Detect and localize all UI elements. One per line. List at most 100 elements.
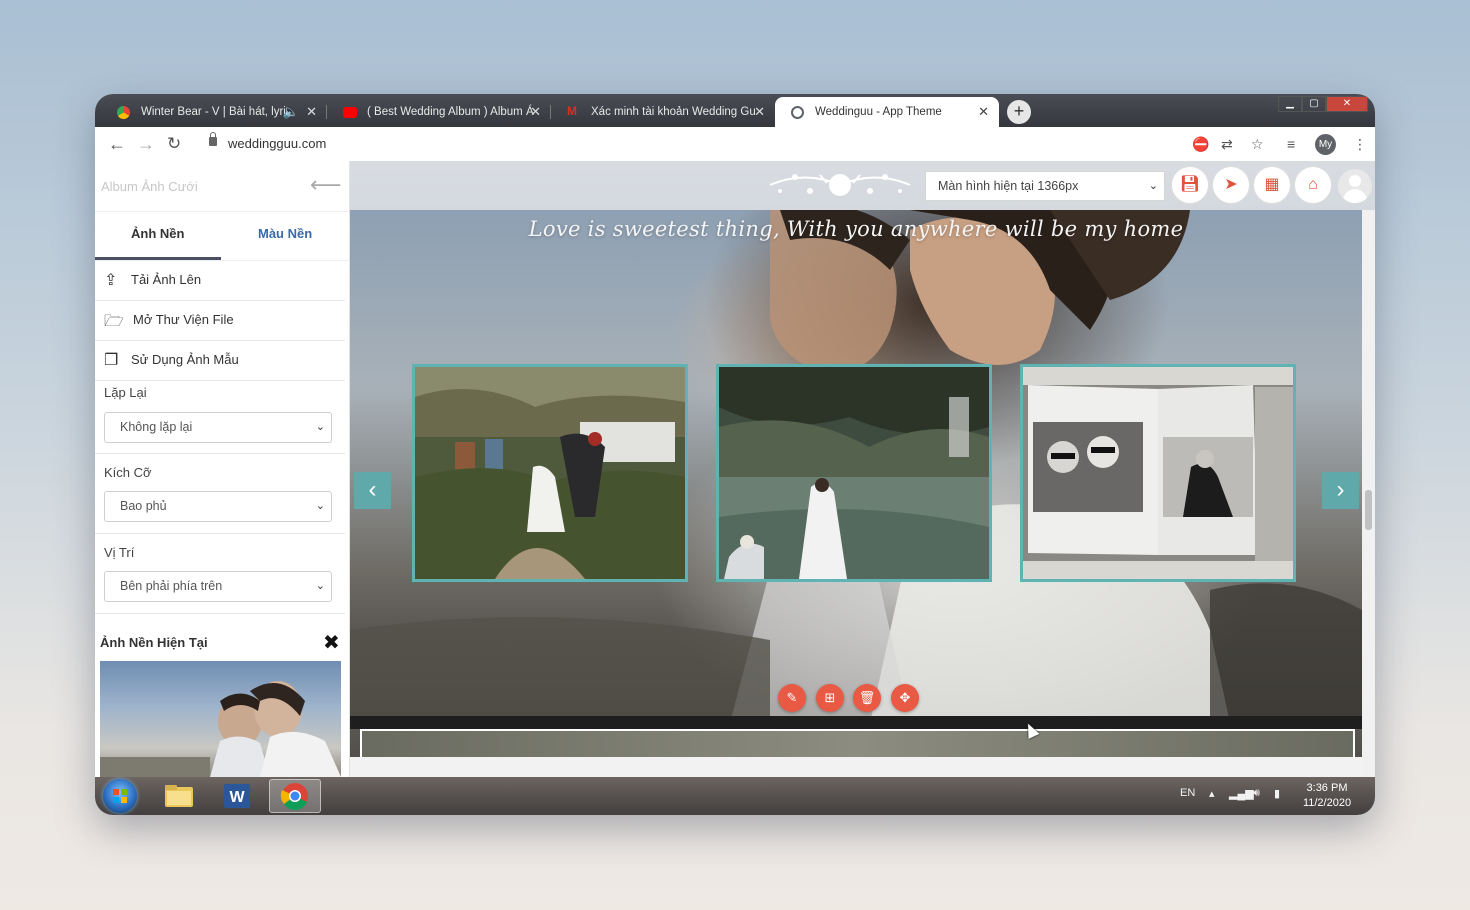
screen-size-select[interactable]: Màn hình hiện tại 1366px ⌄ [925, 171, 1165, 201]
url-field[interactable]: weddingguu.com [228, 136, 326, 151]
tab-title: Xác minh tài khoản Wedding Gu [591, 106, 756, 118]
windows-taskbar: W EN ▴ ▂▄▆ 🔊︎ ▮ 3:36 PM 11/2/2020 [95, 777, 1375, 815]
upload-icon: ⇪ [104, 272, 118, 289]
back-arrow-icon[interactable]: ⟵ [310, 172, 342, 198]
address-bar: ← → ↻ weddingguu.com ⛔ ⇄ ☆ ≡ My ⋮ [95, 127, 1375, 162]
delete-button[interactable]: 🗑︎ [853, 684, 881, 712]
start-button[interactable] [103, 779, 137, 813]
upload-image-button[interactable]: ⇪ Tải Ảnh Lên [95, 260, 345, 301]
globe-favicon-icon [791, 106, 804, 119]
minimize-button[interactable]: ▁ [1278, 96, 1302, 112]
chevron-down-icon: ⌄ [315, 580, 325, 592]
word-icon: W [224, 784, 250, 808]
wedding-photo-3[interactable] [1020, 364, 1296, 582]
browser-tab[interactable]: ( Best Wedding Album ) Album Á ✕ [327, 97, 551, 127]
system-clock[interactable]: 3:36 PM 11/2/2020 [1297, 781, 1357, 811]
youtube-favicon-icon [343, 107, 357, 118]
add-button[interactable]: ⊞ [816, 684, 844, 712]
open-library-button[interactable]: 🗁 Mở Thư Viện File [95, 300, 345, 341]
upload-image-label: Tải Ảnh Lên [131, 272, 202, 287]
browser-tab[interactable]: Winter Bear - V | Bài hát, lyri 🔈 ✕ [101, 97, 327, 127]
clock-date: 11/2/2020 [1302, 797, 1352, 809]
translate-icon[interactable]: ⇄ [1221, 134, 1233, 154]
lock-icon [209, 132, 217, 146]
folder-icon [165, 785, 193, 807]
star-icon[interactable]: ☆ [1251, 134, 1264, 154]
page-scrollbar[interactable] [1362, 210, 1375, 777]
add-icon: ⊞ [824, 690, 836, 705]
volume-icon[interactable]: 🔊︎ [1253, 787, 1260, 800]
tab-title: Weddinguu - App Theme [815, 106, 942, 118]
chevron-down-icon: ⌄ [315, 500, 325, 512]
home-button[interactable]: ⌂ [1294, 166, 1332, 204]
close-tab-icon[interactable]: ✕ [306, 97, 317, 127]
close-tab-icon[interactable]: ✕ [978, 97, 989, 127]
size-select[interactable]: Bao phủ ⌄ [104, 491, 332, 522]
previous-arrow-button[interactable]: ‹ [354, 472, 391, 509]
word-taskbar-button[interactable]: W [211, 779, 263, 813]
profile-avatar[interactable]: My [1315, 134, 1336, 155]
tab-background-color[interactable]: Màu Nền [258, 226, 312, 241]
chrome-icon [280, 783, 308, 811]
apps-button[interactable]: ▦ [1253, 166, 1291, 204]
next-section-frame[interactable] [360, 729, 1355, 757]
close-tab-icon[interactable]: ✕ [754, 97, 765, 127]
user-avatar[interactable] [1338, 169, 1372, 203]
chevron-down-icon: ⌄ [315, 421, 325, 433]
file-explorer-taskbar-button[interactable] [153, 779, 205, 813]
blocked-icon[interactable]: ⛔ [1192, 134, 1209, 154]
reload-icon[interactable]: ↻ [167, 133, 181, 155]
tab-background-image[interactable]: Ảnh Nền [131, 226, 184, 241]
mute-icon[interactable]: 🔈 [283, 97, 299, 127]
save-button[interactable]: 💾︎ [1171, 166, 1209, 204]
edit-button[interactable]: ✎ [778, 684, 806, 712]
folder-open-icon: 🗁 [104, 313, 124, 330]
maximize-button[interactable]: ▢ [1302, 96, 1326, 112]
network-icon[interactable]: ▂▄▆ [1229, 787, 1254, 800]
move-button[interactable]: ✥ [891, 684, 919, 712]
wedding-photo-1[interactable] [412, 364, 688, 582]
language-indicator[interactable]: EN [1180, 787, 1195, 799]
next-arrow-button[interactable]: › [1322, 472, 1359, 509]
album-canvas: Màn hình hiện tại 1366px ⌄ 💾︎ ➤ ▦ ⌂ Love… [350, 161, 1375, 777]
close-tab-icon[interactable]: ✕ [530, 97, 541, 127]
remove-background-icon[interactable]: ✖ [323, 630, 340, 655]
new-tab-button[interactable]: + [1007, 100, 1031, 124]
sidebar-title: Album Ảnh Cưới [101, 179, 198, 194]
browser-tab[interactable]: M Xác minh tài khoản Wedding Gu ✕ [551, 97, 775, 127]
browser-window: Winter Bear - V | Bài hát, lyri 🔈 ✕ ( Be… [95, 94, 1375, 815]
album-quote[interactable]: Love is sweetest thing, With you anywher… [350, 217, 1362, 241]
repeat-value: Không lặp lại [120, 420, 193, 434]
repeat-label: Lặp Lại [104, 385, 147, 400]
back-icon[interactable]: ← [108, 133, 126, 155]
media-queue-icon[interactable]: ≡ [1287, 134, 1295, 154]
size-label: Kích Cỡ [104, 465, 152, 480]
position-label: Vị Trí [104, 545, 135, 560]
save-icon: 💾︎ [1179, 176, 1201, 193]
tab-title: ( Best Wedding Album ) Album Á [367, 106, 534, 118]
chrome-favicon-icon [117, 106, 130, 119]
open-library-label: Mở Thư Viện File [133, 312, 234, 327]
use-template-button[interactable]: ❐ Sử Dụng Ảnh Mẫu [95, 340, 345, 381]
repeat-select[interactable]: Không lặp lại ⌄ [104, 412, 332, 443]
chrome-taskbar-button[interactable] [269, 779, 321, 813]
battery-icon[interactable]: ▮ [1274, 787, 1280, 800]
show-hidden-icons[interactable]: ▴ [1209, 787, 1215, 800]
size-value: Bao phủ [120, 499, 167, 513]
screen-size-value: Màn hình hiện tại 1366px [938, 179, 1079, 193]
publish-button[interactable]: ➤ [1212, 166, 1250, 204]
browser-tab-active[interactable]: Weddinguu - App Theme ✕ [775, 97, 999, 127]
menu-dots-icon[interactable]: ⋮ [1353, 134, 1367, 154]
send-icon: ➤ [1224, 176, 1238, 193]
position-select[interactable]: Bên phải phía trên ⌄ [104, 571, 332, 602]
svg-text:W: W [229, 789, 245, 806]
close-window-button[interactable]: ✕ [1326, 96, 1368, 112]
wedding-photo-2[interactable] [716, 364, 992, 582]
scrollbar-thumb[interactable] [1365, 490, 1372, 530]
clock-time: 3:36 PM [1306, 782, 1348, 794]
tab-strip: Winter Bear - V | Bài hát, lyri 🔈 ✕ ( Be… [95, 94, 1375, 127]
edit-icon: ✎ [786, 690, 798, 705]
copy-icon: ❐ [104, 352, 119, 369]
sidebar: Album Ảnh Cưới ⟵ Ảnh Nền Màu Nền ⇪ Tải Ả… [95, 161, 350, 777]
forward-icon[interactable]: → [137, 133, 155, 155]
